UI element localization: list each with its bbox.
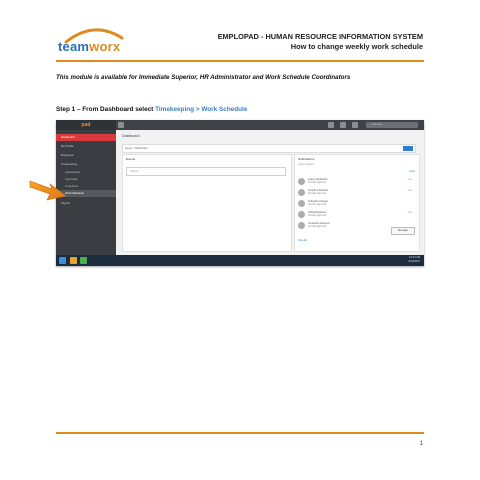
avatar: [298, 222, 305, 229]
avatar: [298, 211, 305, 218]
entry-detail: Pending approval: [308, 192, 326, 195]
logo-text-worx: worx: [89, 39, 121, 54]
header-divider: [56, 60, 424, 62]
page-number: 1: [419, 441, 423, 447]
app-brand: pad: [56, 120, 116, 130]
sidebar-item-timekeeping[interactable]: Timekeeping: [56, 161, 116, 168]
home-icon[interactable]: [328, 122, 334, 128]
list-item[interactable]: Schedule Change Pending approval: [298, 199, 414, 208]
breadcrumb: Home > Dashboard: [125, 147, 148, 150]
company-logo: teamworx: [58, 26, 128, 58]
list-item[interactable]: Overtime Request Pending approval new: [298, 188, 414, 197]
logo-text-team: team: [58, 39, 90, 54]
notifications-view-link[interactable]: View: [409, 170, 415, 173]
entry-detail: Pending approval: [308, 181, 326, 184]
document-header: EMPLOPAD - HUMAN RESOURCE INFORMATION SY…: [218, 32, 423, 52]
module-availability-note: This module is available for Immediate S…: [56, 74, 351, 81]
app-topbar: pad ••••• •••••: [56, 120, 424, 130]
document-subtitle: How to change weekly work schedule: [290, 42, 423, 51]
user-menu[interactable]: ••••• •••••: [366, 122, 418, 128]
taskbar-app-icon[interactable]: [70, 257, 77, 264]
entry-detail: Pending approval: [308, 203, 326, 206]
list-item[interactable]: Leave Application Pending approval new: [298, 177, 414, 186]
step-menu-path: Timekeeping > Work Schedule: [155, 106, 248, 113]
entry-detail: Pending approval: [308, 225, 326, 228]
notifications-subtitle: Latest updates: [298, 163, 314, 166]
step-prefix: Step 1 – From Dashboard select: [56, 106, 154, 113]
footer-divider: [56, 432, 424, 434]
step-1-instruction: Step 1 – From Dashboard select Timekeepi…: [56, 106, 247, 113]
taskbar-clock: 10:24 AM 8/12/2016: [408, 256, 420, 264]
bell-icon[interactable]: [352, 122, 358, 128]
view-all-link[interactable]: View All: [298, 239, 307, 242]
entry-tag: new: [407, 212, 412, 214]
entry-detail: Pending approval: [308, 214, 326, 217]
menu-toggle-icon[interactable]: [118, 122, 124, 128]
dashboard-screenshot: pad ••••• ••••• Dashboard My Profile Emp…: [56, 120, 424, 266]
avatar: [298, 178, 305, 185]
notifications-panel: Notifications Latest updates View Leave …: [294, 154, 420, 252]
clock-date: 8/12/2016: [408, 260, 420, 263]
entry-tag: new: [407, 190, 412, 192]
document-title: EMPLOPAD - HUMAN RESOURCE INFORMATION SY…: [217, 32, 423, 41]
events-panel: Events Search...: [122, 154, 292, 252]
start-button-icon[interactable]: [59, 257, 66, 264]
avatar: [298, 189, 305, 196]
notifications-panel-title: Notifications: [298, 157, 315, 161]
action-button[interactable]: [403, 146, 413, 151]
sidebar-item-employee[interactable]: Employee: [56, 152, 116, 159]
avatar: [298, 200, 305, 207]
sidebar-subitem-applications[interactable]: Applications: [56, 169, 116, 176]
settings-icon[interactable]: [340, 122, 346, 128]
events-panel-title: Events: [126, 157, 136, 161]
windows-taskbar: 10:24 AM 8/12/2016: [56, 255, 424, 266]
pointer-arrow-icon: [29, 180, 67, 201]
app-main-content: Dashboard Home > Dashboard Events Search…: [116, 130, 424, 255]
sidebar-item-dashboard[interactable]: Dashboard: [56, 134, 116, 141]
sidebar-item-my-profile[interactable]: My Profile: [56, 143, 116, 150]
search-placeholder: Search...: [130, 170, 141, 173]
search-input[interactable]: Search...: [126, 167, 286, 176]
taskbar-app-icon[interactable]: [80, 257, 87, 264]
entry-tag: new: [407, 179, 412, 181]
page-heading: Dashboard: [122, 134, 140, 138]
list-item[interactable]: Official Business Pending approval new: [298, 210, 414, 219]
logo-wordmark: teamworx: [58, 39, 120, 54]
message-button[interactable]: Message: [391, 227, 415, 235]
breadcrumb-bar: Home > Dashboard: [122, 144, 416, 153]
